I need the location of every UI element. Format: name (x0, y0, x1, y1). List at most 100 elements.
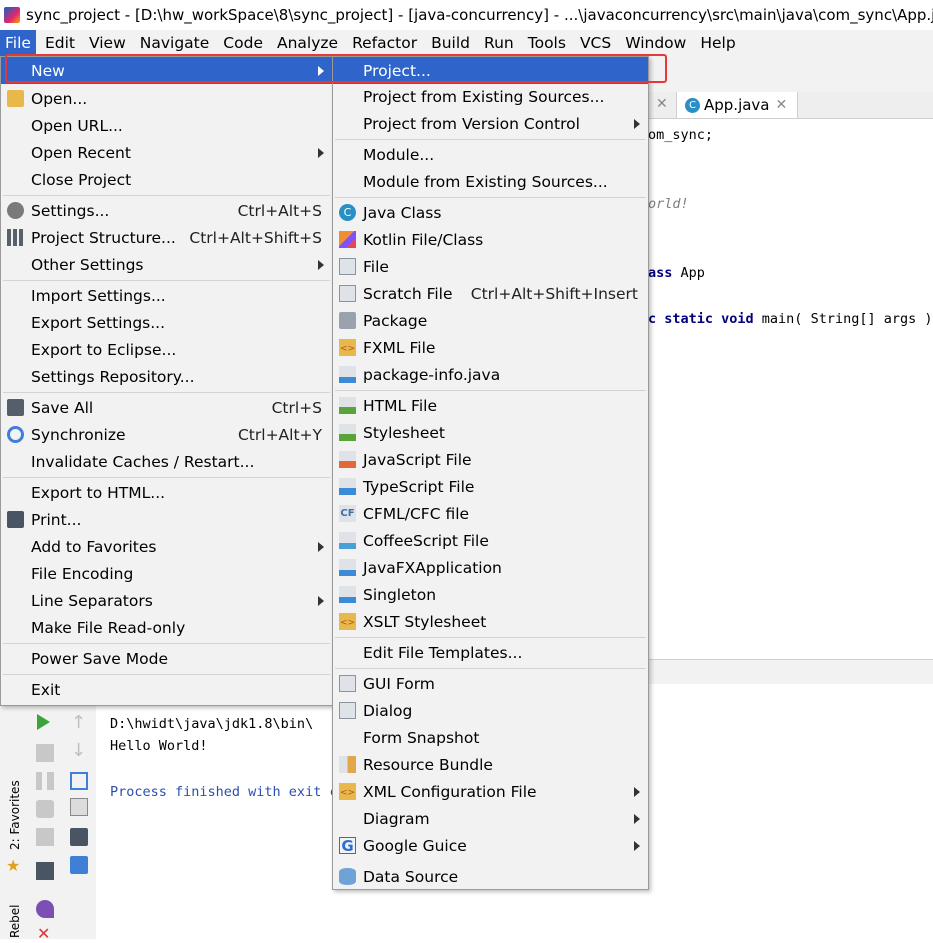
new-data-source[interactable]: Data Source (333, 863, 648, 890)
file-menu-read-only[interactable]: Make File Read-only (1, 614, 332, 641)
menu-item-label: TypeScript File (363, 477, 475, 496)
new-dialog[interactable]: Dialog (333, 697, 648, 724)
new-xslt[interactable]: <> XSLT Stylesheet (333, 608, 648, 635)
file-menu-export-settings[interactable]: Export Settings... (1, 309, 332, 336)
new-typescript[interactable]: TypeScript File (333, 473, 648, 500)
menu-vcs[interactable]: VCS (575, 30, 616, 56)
new-singleton[interactable]: Singleton (333, 581, 648, 608)
shortcut-label: Ctrl+Alt+Shift+Insert (470, 284, 638, 303)
arrow-up-icon[interactable]: ↑ (71, 712, 86, 733)
new-javafx-application[interactable]: JavaFXApplication (333, 554, 648, 581)
menu-edit[interactable]: Edit (40, 30, 80, 56)
file-menu-open-recent[interactable]: Open Recent (1, 139, 332, 166)
trash-icon[interactable] (70, 856, 88, 874)
shortcut-label: Ctrl+Alt+Shift+S (189, 228, 322, 247)
javafx-icon (339, 559, 356, 576)
file-menu-file-encoding[interactable]: File Encoding (1, 560, 332, 587)
file-menu-open-url[interactable]: Open URL... (1, 112, 332, 139)
new-fxml[interactable]: <> FXML File (333, 334, 648, 361)
file-menu-close-project[interactable]: Close Project (1, 166, 332, 193)
file-menu-export-html[interactable]: Export to HTML... (1, 479, 332, 506)
arrow-down-icon[interactable]: ↓ (71, 740, 86, 761)
run-icon[interactable] (37, 714, 50, 730)
new-coffeescript[interactable]: CoffeeScript File (333, 527, 648, 554)
new-diagram[interactable]: Diagram (333, 805, 648, 832)
menu-item-label: Project Structure... (31, 228, 176, 247)
new-html[interactable]: HTML File (333, 392, 648, 419)
menu-help[interactable]: Help (695, 30, 740, 56)
soft-wrap-icon[interactable] (70, 772, 88, 790)
menu-tools[interactable]: Tools (523, 30, 571, 56)
menu-code[interactable]: Code (218, 30, 268, 56)
file-menu: New Open... Open URL... Open Recent Clos… (0, 56, 333, 706)
new-scratch-file[interactable]: Scratch File Ctrl+Alt+Shift+Insert (333, 280, 648, 307)
new-file[interactable]: File (333, 253, 648, 280)
edit-file-templates[interactable]: Edit File Templates... (333, 639, 648, 666)
menu-file[interactable]: File (0, 30, 36, 56)
new-xml-config[interactable]: <> XML Configuration File (333, 778, 648, 805)
close-icon[interactable]: ✕ (776, 97, 788, 113)
rebel-tool-button[interactable]: Rebel (8, 904, 22, 938)
menu-window[interactable]: Window (620, 30, 691, 56)
new-resource-bundle[interactable]: Resource Bundle (333, 751, 648, 778)
menu-view[interactable]: View (84, 30, 131, 56)
file-menu-synchronize[interactable]: Synchronize Ctrl+Alt+Y (1, 421, 332, 448)
file-menu-settings[interactable]: Settings... Ctrl+Alt+S (1, 197, 332, 224)
run-toolbar: ✕ (28, 700, 62, 943)
favorites-tool-button[interactable]: 2: Favorites (8, 780, 22, 850)
new-stylesheet[interactable]: Stylesheet (333, 419, 648, 446)
menu-build[interactable]: Build (426, 30, 475, 56)
pin-icon[interactable] (36, 900, 54, 918)
file-menu-save-all[interactable]: Save All Ctrl+S (1, 394, 332, 421)
file-menu-other-settings[interactable]: Other Settings (1, 251, 332, 278)
new-google-guice[interactable]: G Google Guice (333, 832, 648, 859)
menu-separator (335, 197, 646, 198)
new-package[interactable]: Package (333, 307, 648, 334)
new-module[interactable]: Module... (333, 141, 648, 168)
sync-icon (7, 426, 24, 443)
resource-bundle-icon (339, 756, 356, 773)
new-module-existing-sources[interactable]: Module from Existing Sources... (333, 168, 648, 195)
file-menu-add-favorites[interactable]: Add to Favorites (1, 533, 332, 560)
new-javascript[interactable]: JavaScript File (333, 446, 648, 473)
file-menu-exit[interactable]: Exit (1, 676, 332, 703)
menu-item-label: Kotlin File/Class (363, 230, 484, 249)
code-editor[interactable]: om_sync; orld! ass App c static void mai… (648, 119, 933, 659)
print-icon[interactable] (70, 828, 88, 846)
file-menu-settings-repository[interactable]: Settings Repository... (1, 363, 332, 390)
menu-item-label: Module from Existing Sources... (363, 172, 608, 191)
layout-icon[interactable] (36, 862, 54, 880)
file-menu-print[interactable]: Print... (1, 506, 332, 533)
menu-item-label: Diagram (363, 809, 430, 828)
new-gui-form[interactable]: GUI Form (333, 670, 648, 697)
file-menu-import-settings[interactable]: Import Settings... (1, 282, 332, 309)
editor-tab-app-java[interactable]: C App.java ✕ (676, 92, 798, 118)
new-project-vcs[interactable]: Project from Version Control (333, 110, 648, 137)
file-menu-power-save[interactable]: Power Save Mode (1, 645, 332, 672)
camera-icon[interactable] (36, 800, 54, 818)
pause-icon[interactable] (36, 772, 54, 790)
new-cfml[interactable]: CF CFML/CFC file (333, 500, 648, 527)
menu-navigate[interactable]: Navigate (135, 30, 215, 56)
menu-refactor[interactable]: Refactor (347, 30, 422, 56)
file-menu-invalidate-caches[interactable]: Invalidate Caches / Restart... (1, 448, 332, 475)
menu-run[interactable]: Run (479, 30, 519, 56)
file-menu-project-structure[interactable]: Project Structure... Ctrl+Alt+Shift+S (1, 224, 332, 251)
menu-item-label: package-info.java (363, 365, 501, 384)
menu-analyze[interactable]: Analyze (272, 30, 343, 56)
file-menu-export-eclipse[interactable]: Export to Eclipse... (1, 336, 332, 363)
file-menu-open[interactable]: Open... (1, 85, 332, 112)
menu-item-label: Stylesheet (363, 423, 445, 442)
file-menu-line-separators[interactable]: Line Separators (1, 587, 332, 614)
stop-icon[interactable] (36, 744, 54, 762)
login-icon[interactable] (36, 828, 54, 846)
new-kotlin[interactable]: Kotlin File/Class (333, 226, 648, 253)
scroll-to-end-icon[interactable] (70, 798, 88, 816)
new-java-class[interactable]: C Java Class (333, 199, 648, 226)
close-icon[interactable]: ✕ (656, 96, 668, 112)
menu-item-label: Settings Repository... (31, 367, 195, 386)
close-icon[interactable]: ✕ (37, 924, 50, 943)
new-package-info[interactable]: package-info.java (333, 361, 648, 388)
new-form-snapshot[interactable]: Form Snapshot (333, 724, 648, 751)
new-project-existing-sources[interactable]: Project from Existing Sources... (333, 83, 648, 110)
